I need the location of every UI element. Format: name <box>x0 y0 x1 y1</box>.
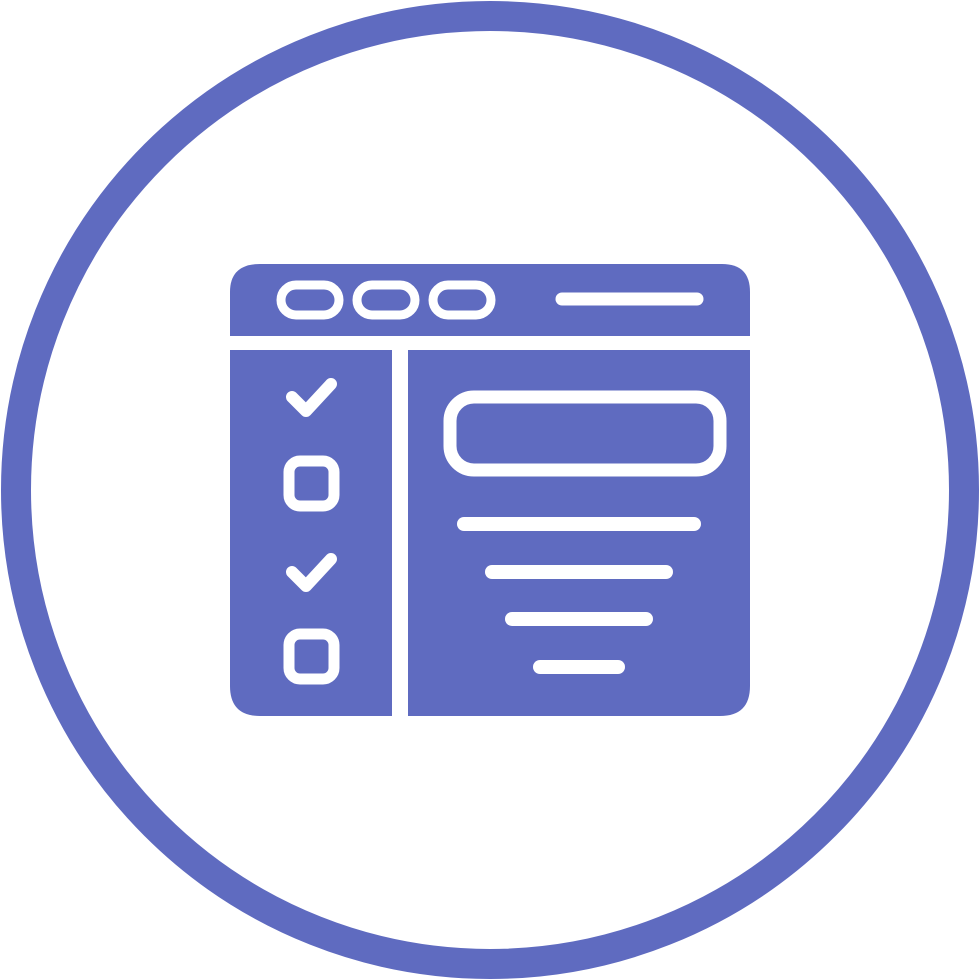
browser-window-icon <box>230 264 750 716</box>
browser-checklist-icon <box>1 1 979 979</box>
icon-canvas <box>0 0 980 980</box>
